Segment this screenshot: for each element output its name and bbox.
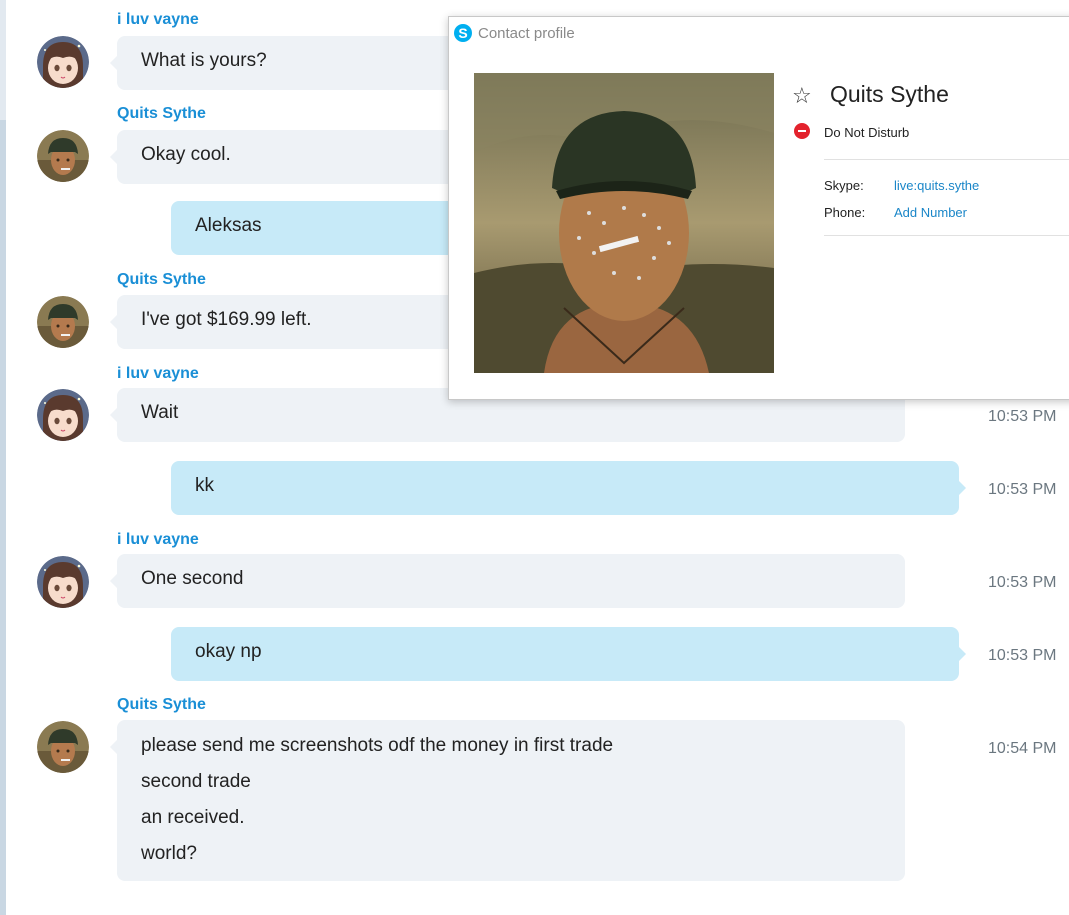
phone-label: Phone: [824,205,866,220]
message-timestamp: 10:53 PM [988,408,1057,425]
avatar-image [37,389,89,441]
message-bubble[interactable]: One second [110,554,905,608]
avatar-image [37,721,89,773]
message-line: please send me screenshots odf the money… [141,735,614,756]
avatar[interactable] [37,556,89,608]
avatar-image [37,296,89,348]
message-text: Okay cool. [141,144,231,165]
status-text: Do Not Disturb [824,125,910,140]
sender-name[interactable]: Quits Sythe [117,696,206,714]
message-bubble-outgoing[interactable]: kk [171,461,966,515]
message-bubble[interactable]: please send me screenshots odf the money… [110,720,905,881]
message-text: kk [195,475,214,496]
avatar[interactable] [37,130,89,182]
sender-name[interactable]: i luv vayne [117,365,199,383]
avatar[interactable] [37,296,89,348]
avatar[interactable] [37,389,89,441]
sender-name[interactable]: Quits Sythe [117,105,206,123]
message-line: second trade [141,771,251,792]
sender-name[interactable]: Quits Sythe [117,271,206,289]
avatar-image [37,130,89,182]
message-bubble-outgoing[interactable]: okay np [171,627,966,681]
skype-label: Skype: [824,178,864,193]
contact-name: Quits Sythe [830,81,949,107]
message-text: One second [141,568,244,589]
message-timestamp: 10:54 PM [988,740,1057,757]
message-line: world? [141,843,197,864]
popup-title: Contact profile [478,25,575,42]
avatar[interactable] [37,36,89,88]
profile-photo [474,73,774,373]
message-text: What is yours? [141,50,267,71]
sender-name[interactable]: i luv vayne [117,11,199,29]
left-rail [0,0,6,915]
favorite-star-icon[interactable]: ☆ [792,83,812,109]
popup-titlebar[interactable]: S Contact profile [449,17,1069,51]
avatar[interactable] [37,721,89,773]
divider [824,159,1069,160]
skype-id-link[interactable]: live:quits.sythe [894,178,979,193]
message-text: Wait [141,402,179,423]
message-line: an received. [141,807,245,828]
sender-name[interactable]: i luv vayne [117,531,199,549]
message-timestamp: 10:53 PM [988,574,1057,591]
message-text: okay np [195,641,262,662]
message-timestamp: 10:53 PM [988,481,1057,498]
skype-logo-icon: S [454,24,472,42]
do-not-disturb-icon [794,123,810,139]
message-text: Aleksas [195,215,262,236]
contact-profile-popup[interactable]: S Contact profile ☆ Quits Sythe Do Not D… [448,16,1069,400]
avatar-image [37,556,89,608]
add-number-link[interactable]: Add Number [894,205,967,220]
left-rail-accent [0,120,6,915]
divider [824,235,1069,236]
avatar-image [37,36,89,88]
message-text: I've got $169.99 left. [141,309,312,330]
message-timestamp: 10:53 PM [988,647,1057,664]
